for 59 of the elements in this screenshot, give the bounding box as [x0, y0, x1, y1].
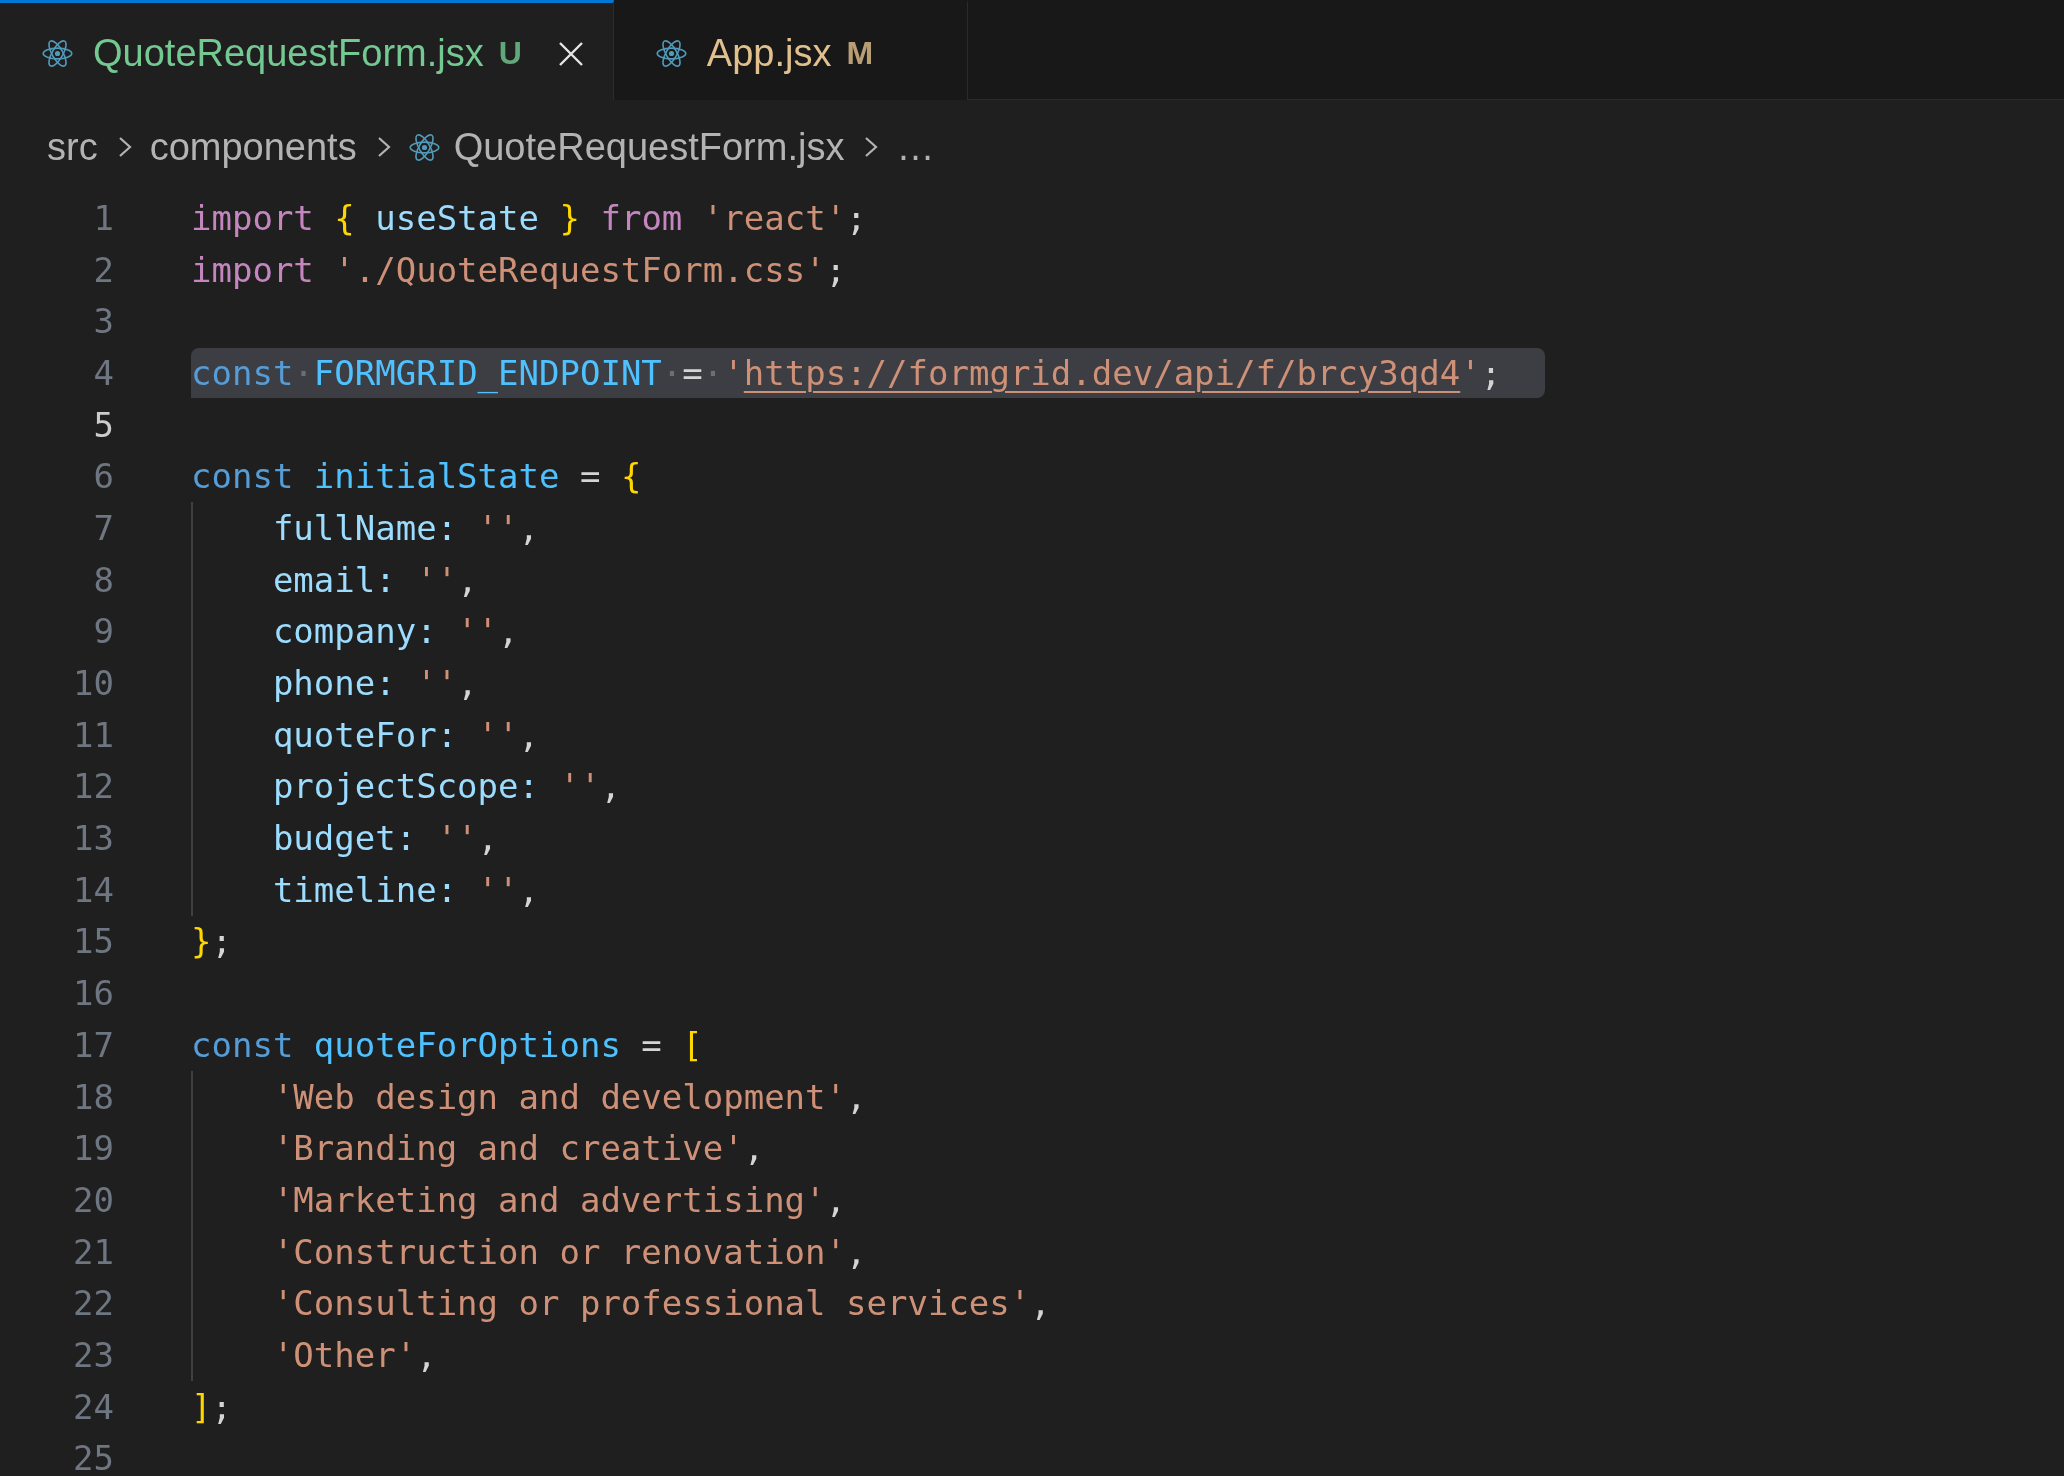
code-line: email: '', — [271, 561, 478, 598]
line-number: 18 — [72, 1078, 114, 1115]
code-line: 'Consulting or professional services', — [271, 1285, 1051, 1322]
line-number: 20 — [72, 1181, 114, 1218]
line-number: 16 — [72, 975, 114, 1012]
line-number: 4 — [92, 354, 114, 391]
line-number: 25 — [72, 1440, 114, 1476]
breadcrumb-item[interactable]: components — [149, 125, 357, 169]
breadcrumb-item[interactable]: … — [896, 125, 935, 169]
code-line: 'Other', — [271, 1336, 437, 1373]
line-number: 10 — [72, 665, 114, 702]
chevron-icon — [376, 136, 391, 158]
code-line: phone: '', — [271, 665, 478, 702]
code-line: 'Marketing and advertising', — [271, 1181, 847, 1218]
close-icon[interactable] — [557, 40, 584, 67]
code-line: }; — [191, 923, 232, 960]
line-number: 22 — [72, 1285, 114, 1322]
code-line: timeline: '', — [271, 871, 539, 908]
url-link[interactable]: https://formgrid.dev/api/f/brcy3qd4 — [743, 352, 1461, 393]
code-line: import { useState } from 'react'; — [191, 199, 867, 236]
code-line: const initialState = { — [191, 458, 642, 495]
line-number: 6 — [92, 458, 114, 495]
breadcrumb-item[interactable]: src — [47, 125, 98, 169]
line-number: 17 — [72, 1026, 114, 1063]
atom-icon — [42, 38, 73, 69]
line-number: 24 — [72, 1388, 114, 1425]
line-number: 1 — [92, 199, 114, 236]
code-line: budget: '', — [271, 820, 499, 857]
line-number: 3 — [92, 303, 114, 340]
code-line: fullName: '', — [271, 509, 539, 546]
code-line: 'Web design and development', — [271, 1078, 867, 1115]
code-line: 'Construction or renovation', — [271, 1233, 867, 1270]
line-number: 12 — [72, 768, 114, 805]
line-number: 14 — [72, 871, 114, 908]
breadcrumb-item[interactable]: QuoteRequestForm.jsx — [408, 125, 845, 169]
atom-icon — [655, 38, 687, 69]
line-number: 19 — [72, 1130, 114, 1167]
code-line: const quoteForOptions = [ — [191, 1026, 703, 1063]
editor-tab[interactable]: App.jsx M — [613, 0, 969, 100]
atom-icon — [408, 131, 440, 163]
chevron-icon — [864, 136, 879, 158]
chevron-icon — [117, 136, 132, 158]
line-number: 23 — [72, 1336, 114, 1373]
code-line: import './QuoteRequestForm.css'; — [191, 251, 847, 288]
code-line: quoteFor: '', — [271, 716, 539, 753]
line-number: 8 — [92, 561, 114, 598]
line-number: 13 — [72, 820, 114, 857]
line-number: 11 — [72, 716, 114, 753]
editor-tab[interactable]: QuoteRequestForm.jsx U — [0, 0, 614, 100]
line-number: 15 — [72, 923, 114, 960]
code-line: 'Branding and creative', — [271, 1130, 765, 1167]
line-number: 21 — [72, 1233, 114, 1270]
line-number: 5 — [92, 406, 114, 443]
code-line: ]; — [191, 1388, 232, 1425]
code-line: projectScope: '', — [271, 768, 621, 805]
line-number: 9 — [92, 613, 114, 650]
line-number: 2 — [92, 251, 114, 288]
line-number: 7 — [92, 509, 114, 546]
code-line: company: '', — [271, 613, 519, 650]
